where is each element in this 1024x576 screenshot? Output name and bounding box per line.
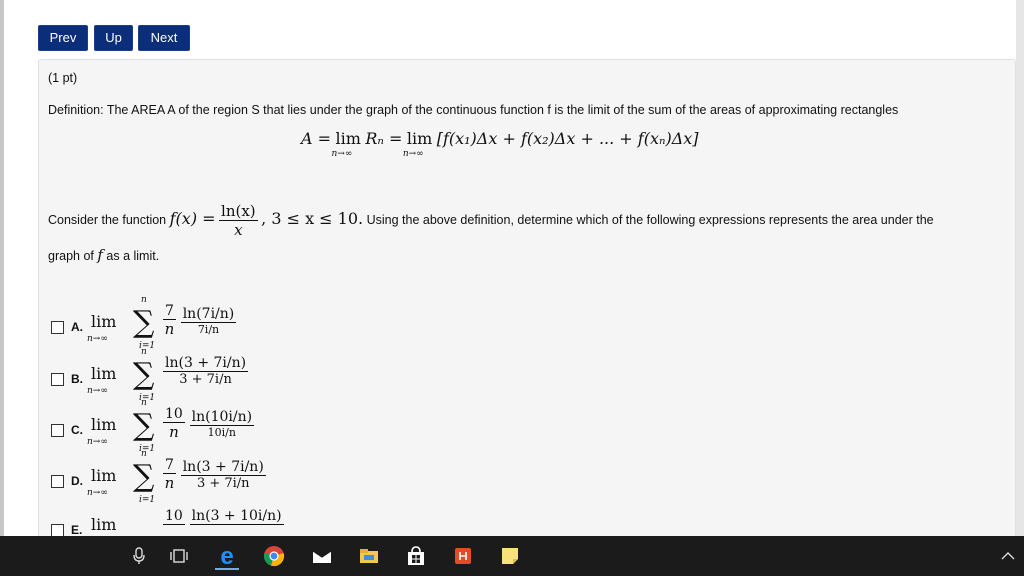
formula-lim-2: lim n→∞ (402, 129, 433, 159)
formula-lim-2-sub: n→∞ (402, 149, 424, 159)
task-view-icon[interactable] (167, 544, 191, 568)
option-c-expression: 10 n ln(10i/n) 10i/n (163, 406, 255, 441)
function-denominator: x (234, 221, 243, 240)
option-d-checkbox[interactable] (51, 475, 64, 488)
definition-formula: A = lim n→∞ Rₙ = lim n→∞ [f(x₁)Δx + f(x₂)Δ… (301, 129, 699, 159)
formula-lim-1-sub: n→∞ (331, 149, 353, 159)
prev-button[interactable]: Prev (38, 25, 88, 51)
svg-text:e: e (220, 545, 233, 567)
option-c-lim: lim n→∞ (87, 415, 117, 447)
windows-taskbar: e (0, 536, 1024, 576)
option-b-lim: lim n→∞ (87, 364, 117, 396)
line2-f: f (97, 246, 103, 264)
mail-icon[interactable] (310, 544, 334, 568)
option-a-expression: 7n ln(7i/n) 7i/n (163, 303, 237, 338)
line2-prefix: graph of (48, 249, 94, 263)
option-c-sigma: ∑ n i=1 (133, 398, 156, 454)
option-c-label: C. (71, 423, 83, 437)
option-a-lim: lim n→∞ (87, 312, 117, 344)
consider-prefix: Consider the function (48, 213, 167, 227)
edge-icon[interactable]: e (215, 544, 239, 570)
option-b-sigma: ∑ n i=1 (133, 347, 156, 403)
problem-panel: (1 pt) Definition: The AREA A of the reg… (38, 59, 1016, 539)
file-explorer-icon[interactable] (357, 544, 381, 568)
formula-lhs: A = (301, 129, 332, 148)
formula-rn: Rₙ = (365, 129, 403, 148)
function-lhs: f(x) = (169, 209, 216, 228)
option-e-lim: lim (91, 515, 117, 534)
chevron-up-icon[interactable] (996, 544, 1020, 568)
formula-sum: [f(x₁)Δx + f(x₂)Δx + ... + f(xₙ)Δx] (436, 129, 699, 148)
left-window-edge (0, 0, 4, 536)
function-domain: , 3 ≤ x ≤ 10. (261, 209, 364, 228)
function-fraction: ln(x) x (219, 202, 258, 239)
microphone-icon[interactable] (127, 544, 151, 568)
option-e-label: E. (71, 523, 83, 537)
option-b-label: B. (71, 372, 83, 386)
option-a-checkbox[interactable] (51, 321, 64, 334)
sticky-notes-icon[interactable] (498, 544, 522, 568)
points-label: (1 pt) (48, 71, 78, 85)
option-d-lim: lim n→∞ (87, 466, 117, 498)
option-a-label: A. (71, 320, 83, 334)
option-d-label: D. (71, 474, 83, 488)
app-icon[interactable] (451, 544, 475, 568)
consider-suffix: Using the above definition, determine wh… (366, 213, 934, 227)
chrome-icon[interactable] (262, 544, 286, 568)
option-e-expression: 10 ln(3 + 10i/n) (163, 507, 284, 525)
consider-line: Consider the function f(x) = ln(x) x , 3… (48, 201, 934, 239)
store-icon[interactable] (404, 544, 428, 568)
option-b-expression: ln(3 + 7i/n) 3 + 7i/n (163, 355, 249, 387)
option-b-checkbox[interactable] (51, 373, 64, 386)
option-a-sigma: ∑ n i=1 (133, 295, 156, 351)
next-button[interactable]: Next (138, 25, 190, 51)
option-d-sigma: ∑ n i=1 (133, 449, 156, 505)
line2-suffix: as a limit. (106, 249, 160, 263)
consider-line-2: graph of f as a limit. (48, 246, 159, 264)
formula-lim-1: lim n→∞ (331, 129, 361, 159)
scrollbar[interactable] (1016, 0, 1024, 536)
up-button[interactable]: Up (94, 25, 133, 51)
function-numerator: ln(x) (219, 202, 258, 222)
definition-text: Definition: The AREA A of the region S t… (48, 103, 899, 117)
option-c-checkbox[interactable] (51, 424, 64, 437)
option-d-expression: 7n ln(3 + 7i/n) 3 + 7i/n (163, 457, 266, 492)
